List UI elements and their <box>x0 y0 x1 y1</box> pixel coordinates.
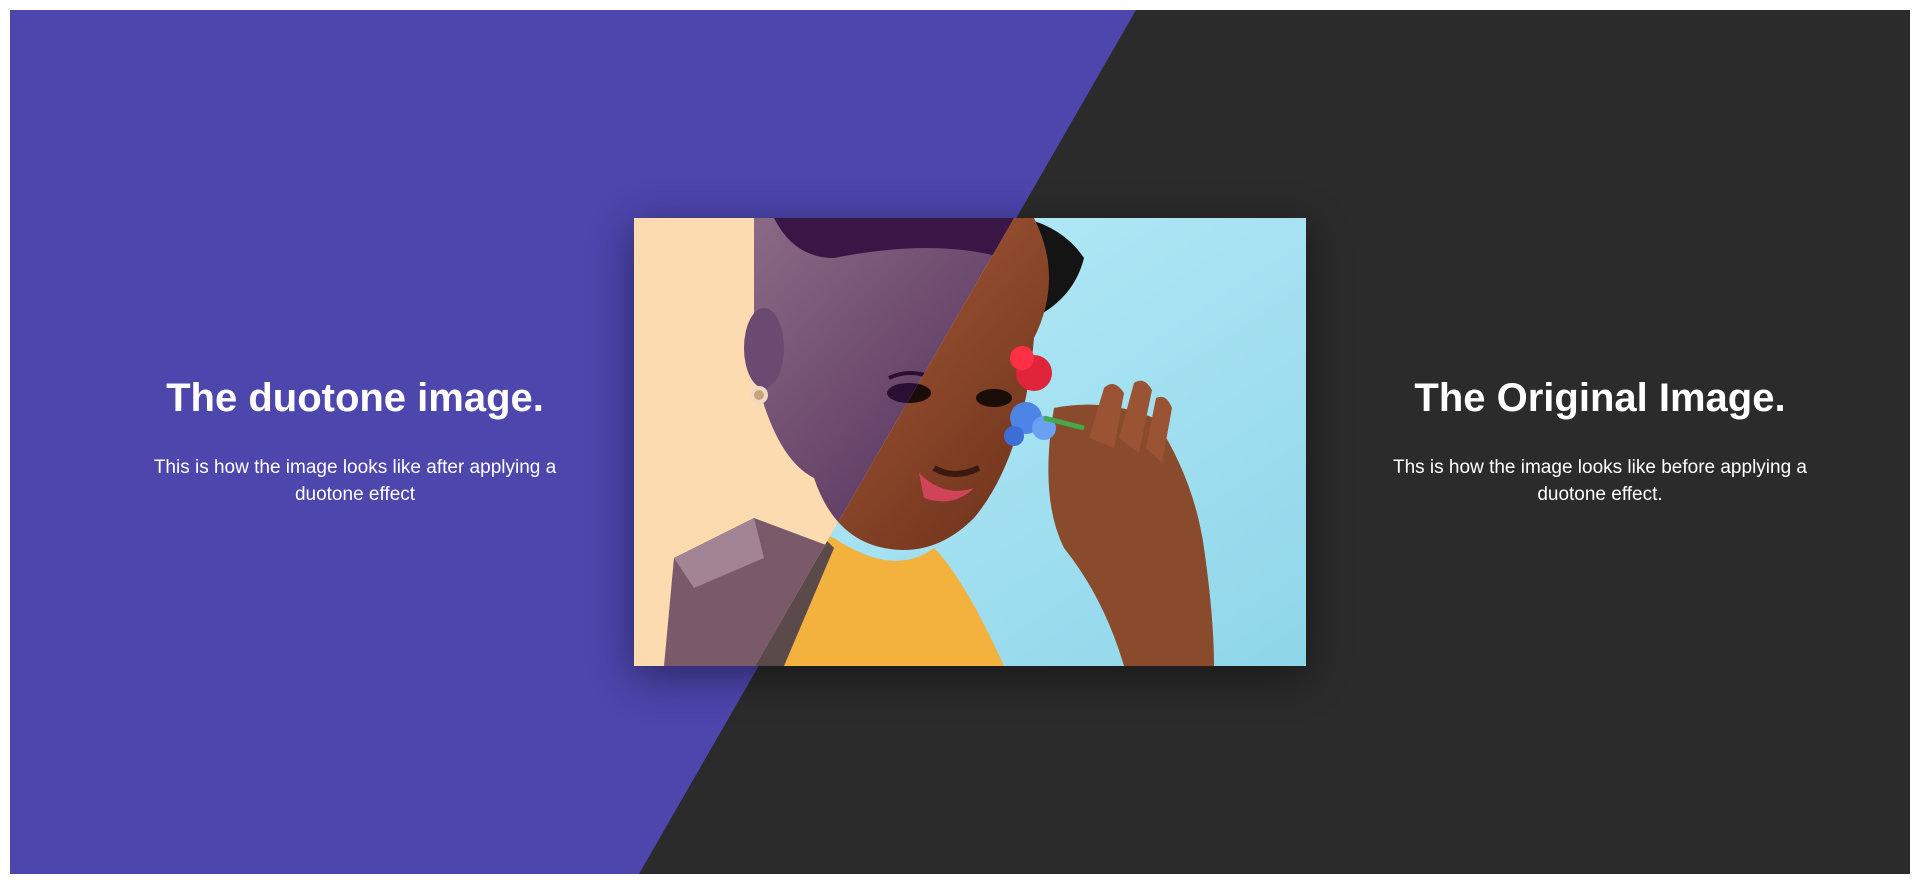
duotone-description: This is how the image looks like after a… <box>153 457 557 505</box>
duotone-caption: The duotone image. This is how the image… <box>120 10 590 874</box>
duotone-title: The duotone image. <box>166 376 544 420</box>
original-description: Ths is how the image looks like before a… <box>1392 457 1807 505</box>
page-canvas: The duotone image. This is how the image… <box>10 10 1910 874</box>
original-title: The Original Image. <box>1414 376 1786 420</box>
original-caption: The Original Image. Ths is how the image… <box>1360 10 1840 874</box>
comparison-photo <box>634 218 1306 666</box>
portrait-image <box>634 218 1306 666</box>
